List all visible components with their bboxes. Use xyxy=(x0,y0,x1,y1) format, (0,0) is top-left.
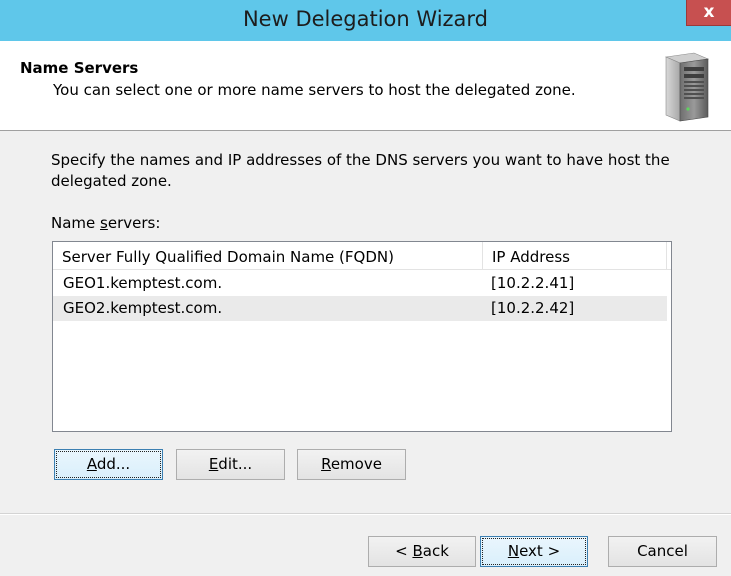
ip-cell: [10.2.2.41] xyxy=(491,274,575,292)
remove-button[interactable]: Remove xyxy=(297,449,406,480)
list-row[interactable]: GEO2.kemptest.com. [10.2.2.42] xyxy=(53,296,667,321)
fqdn-cell: GEO2.kemptest.com. xyxy=(63,299,223,317)
name-servers-list[interactable]: Server Fully Qualified Domain Name (FQDN… xyxy=(52,241,672,432)
wizard-header: Name Servers You can select one or more … xyxy=(0,41,731,131)
list-row[interactable]: GEO1.kemptest.com. [10.2.2.41] xyxy=(53,271,667,296)
column-header-fqdn[interactable]: Server Fully Qualified Domain Name (FQDN… xyxy=(53,242,483,270)
close-icon: x xyxy=(703,2,715,22)
back-button[interactable]: < Back xyxy=(368,536,476,567)
instruction-text: Specify the names and IP addresses of th… xyxy=(51,151,670,190)
cancel-button[interactable]: Cancel xyxy=(608,536,717,567)
column-header-ip[interactable]: IP Address xyxy=(483,242,667,270)
page-subtitle: You can select one or more name servers … xyxy=(53,81,576,99)
ip-cell: [10.2.2.42] xyxy=(491,299,575,317)
edit-button[interactable]: Edit... xyxy=(176,449,285,480)
window-title: New Delegation Wizard xyxy=(242,7,489,31)
server-tower-icon xyxy=(664,52,710,122)
next-button[interactable]: Next > xyxy=(480,536,588,567)
title-bar: New Delegation Wizard x xyxy=(0,0,731,41)
footer-divider-highlight xyxy=(0,514,731,515)
fqdn-cell: GEO1.kemptest.com. xyxy=(63,274,223,292)
list-header: Server Fully Qualified Domain Name (FQDN… xyxy=(53,242,671,270)
close-button[interactable]: x xyxy=(686,0,731,26)
page-title: Name Servers xyxy=(20,59,139,77)
add-button[interactable]: Add... xyxy=(54,449,163,480)
name-servers-label: Name servers: xyxy=(51,214,161,232)
